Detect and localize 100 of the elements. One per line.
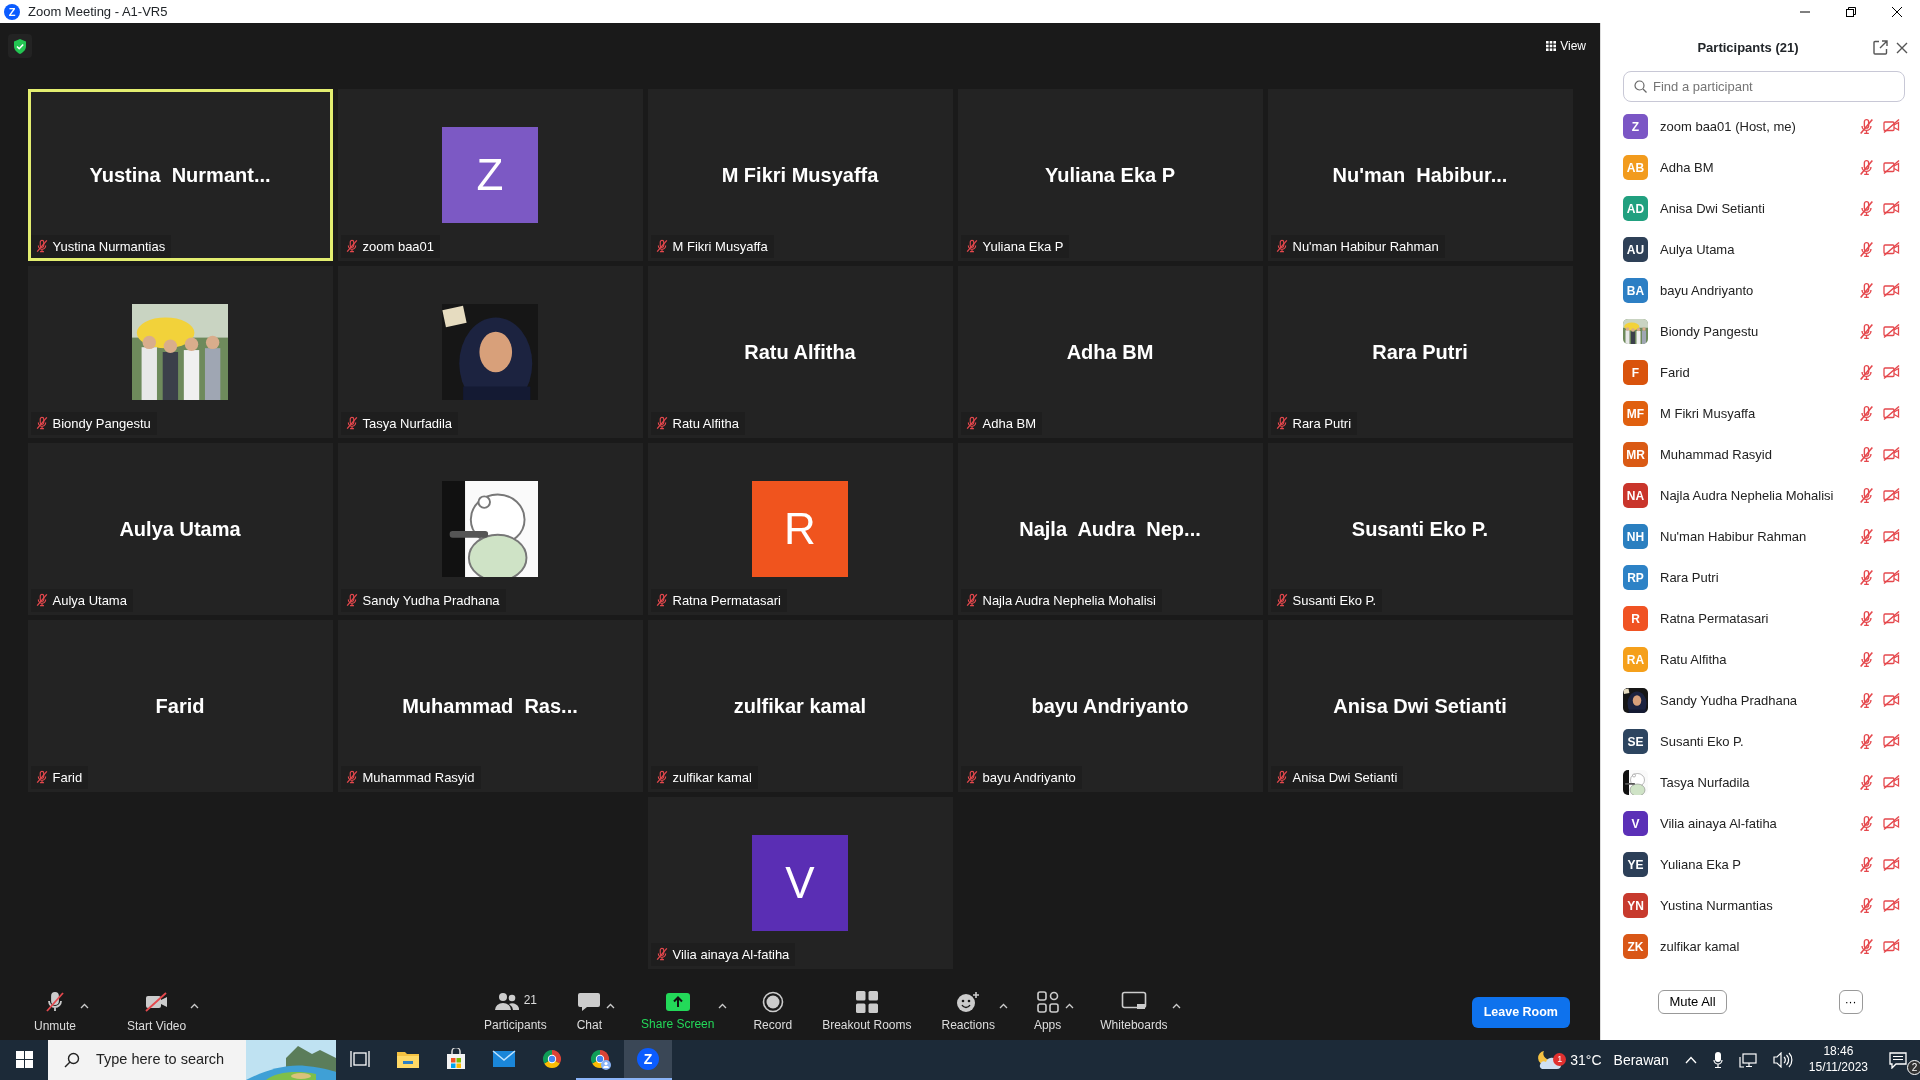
participant-name: Anisa Dwi Setianti bbox=[1333, 694, 1507, 719]
participant-row[interactable]: RA Ratu Alfitha bbox=[1601, 639, 1920, 680]
participant-name: Najla Audra Nephelia Mohalisi bbox=[1659, 486, 1835, 505]
video-tile[interactable]: Tasya Nurfadila bbox=[337, 266, 643, 438]
participant-label: bayu Andriyanto bbox=[982, 768, 1076, 787]
participant-row[interactable]: NH Nu'man Habibur Rahman bbox=[1601, 516, 1920, 557]
participant-name: Rara Putri bbox=[1372, 340, 1468, 365]
speaker-icon bbox=[1772, 1052, 1793, 1068]
participant-row[interactable]: V Vilia ainaya Al-fatiha bbox=[1601, 803, 1920, 844]
video-tile[interactable]: Yustina Nurmant... Yustina Nurmantias bbox=[27, 89, 333, 261]
participant-name: Vilia ainaya Al-fatiha bbox=[1659, 814, 1778, 833]
participant-row[interactable]: Biondy Pangestu bbox=[1601, 311, 1920, 352]
share-button[interactable]: Share Screen bbox=[637, 992, 719, 1033]
participant-name: Yuliana Eka P bbox=[1044, 163, 1176, 188]
view-button[interactable]: View bbox=[1540, 35, 1592, 57]
mute-all-button[interactable]: Mute All bbox=[1658, 990, 1727, 1014]
participant-name: zoom baa01 (Host, me) bbox=[1659, 117, 1797, 136]
participant-row[interactable]: AD Anisa Dwi Setianti bbox=[1601, 188, 1920, 229]
taskbar-search-field[interactable]: Type here to search bbox=[96, 1049, 246, 1071]
avatar: AU bbox=[1623, 237, 1648, 262]
video-tile[interactable]: M Fikri Musyaffa M Fikri Musyaffa bbox=[647, 89, 953, 261]
more-button[interactable]: ··· bbox=[1838, 990, 1863, 1014]
video-tile[interactable]: Z zoom baa01 bbox=[337, 89, 643, 261]
share-screen-icon bbox=[664, 992, 691, 1012]
leave-room-button[interactable]: Leave Room bbox=[1471, 997, 1570, 1028]
notifications-button[interactable] bbox=[1889, 1051, 1907, 1069]
participant-name: zulfikar kamal bbox=[733, 694, 867, 719]
participant-label: Rara Putri bbox=[1292, 414, 1352, 433]
participant-row[interactable]: YE Yuliana Eka P bbox=[1601, 844, 1920, 885]
video-tile[interactable]: zulfikar kamal zulfikar kamal bbox=[647, 620, 953, 792]
notification-badge: 1 bbox=[1553, 1053, 1567, 1066]
breakout-button[interactable]: Breakout Rooms bbox=[818, 991, 916, 1034]
folder-icon bbox=[396, 1049, 420, 1069]
participant-label: Biondy Pangestu bbox=[52, 414, 151, 433]
participant-row[interactable]: AU Aulya Utama bbox=[1601, 229, 1920, 270]
participant-name: Susanti Eko P. bbox=[1659, 732, 1745, 751]
video-tile[interactable]: V Vilia ainaya Al-fatiha bbox=[647, 797, 953, 969]
participant-name: Ratna Permatasari bbox=[1659, 609, 1770, 628]
participant-name: bayu Andriyanto bbox=[1031, 694, 1189, 719]
video-tile[interactable]: Yuliana Eka P Yuliana Eka P bbox=[957, 89, 1263, 261]
reactions-button[interactable]: Reactions bbox=[937, 991, 999, 1034]
taskbar-search-box[interactable]: Type here to search bbox=[48, 1040, 336, 1080]
participant-row[interactable]: R Ratna Permatasari bbox=[1601, 598, 1920, 639]
avatar: RA bbox=[1623, 647, 1648, 672]
participant-row[interactable]: NA Najla Audra Nephelia Mohalisi bbox=[1601, 475, 1920, 516]
video-tile[interactable]: Muhammad Ras... Muhammad Rasyid bbox=[337, 620, 643, 792]
participant-row[interactable]: Z zoom baa01 (Host, me) bbox=[1601, 106, 1920, 147]
video-button[interactable]: Start Video bbox=[123, 990, 191, 1035]
task-view-icon bbox=[350, 1050, 370, 1068]
participant-name: Najla Audra Nep... bbox=[1019, 517, 1201, 542]
show-hidden-icons-button[interactable] bbox=[1684, 1056, 1697, 1064]
video-tile[interactable]: Anisa Dwi Setianti Anisa Dwi Setianti bbox=[1267, 620, 1573, 792]
video-tile[interactable]: Nu'man Habibur... Nu'man Habibur Rahman bbox=[1267, 89, 1573, 261]
participant-row[interactable]: Tasya Nurfadila bbox=[1601, 762, 1920, 803]
video-tile[interactable]: Rara Putri Rara Putri bbox=[1267, 266, 1573, 438]
taskbar-app-button[interactable]: Z bbox=[624, 1040, 672, 1080]
video-tile[interactable]: Susanti Eko P. Susanti Eko P. bbox=[1267, 443, 1573, 615]
participant-row[interactable]: AB Adha BM bbox=[1601, 147, 1920, 188]
close-icon bbox=[1892, 6, 1902, 17]
participants-button[interactable]: 21 Participants bbox=[480, 991, 551, 1034]
participant-label: Yustina Nurmantias bbox=[52, 237, 166, 256]
participant-row[interactable]: MF M Fikri Musyaffa bbox=[1601, 393, 1920, 434]
video-tile[interactable]: Adha BM Adha BM bbox=[957, 266, 1263, 438]
video-tile[interactable]: Farid Farid bbox=[27, 620, 333, 792]
chat-button[interactable]: Chat bbox=[572, 991, 607, 1034]
security-badge[interactable] bbox=[8, 34, 32, 58]
caret-icon bbox=[1065, 1003, 1075, 1010]
participant-row[interactable]: SE Susanti Eko P. bbox=[1601, 721, 1920, 762]
mic-button[interactable]: Unmute bbox=[30, 990, 81, 1035]
participant-name: Yustina Nurmantias bbox=[1659, 896, 1774, 915]
participant-name: Muhammad Rasyid bbox=[1659, 445, 1773, 464]
participant-row[interactable]: MR Muhammad Rasyid bbox=[1601, 434, 1920, 475]
video-tile[interactable]: Aulya Utama Aulya Utama bbox=[27, 443, 333, 615]
caret-icon bbox=[1171, 1003, 1181, 1010]
record-button[interactable]: Record bbox=[749, 991, 797, 1034]
participant-name: M Fikri Musyaffa bbox=[1659, 404, 1757, 423]
video-tile[interactable]: Sandy Yudha Pradhana bbox=[337, 443, 643, 615]
record-icon bbox=[761, 991, 784, 1013]
avatar: F bbox=[1623, 360, 1648, 385]
participant-name: Ratu Alfitha bbox=[744, 340, 856, 365]
participant-row[interactable]: ZK zulfikar kamal bbox=[1601, 926, 1920, 967]
participant-name: Adha BM bbox=[1659, 158, 1715, 177]
participant-row[interactable]: YN Yustina Nurmantias bbox=[1601, 885, 1920, 926]
participant-row[interactable]: F Farid bbox=[1601, 352, 1920, 393]
video-tile[interactable]: Ratu Alfitha Ratu Alfitha bbox=[647, 266, 953, 438]
participant-row[interactable]: BA bayu Andriyanto bbox=[1601, 270, 1920, 311]
apps-icon bbox=[1036, 991, 1059, 1013]
search-box[interactable]: Find a participant bbox=[1623, 71, 1905, 102]
participant-row[interactable]: Sandy Yudha Pradhana bbox=[1601, 680, 1920, 721]
temperature: 31°C bbox=[1570, 1050, 1602, 1070]
video-tile[interactable]: Najla Audra Nep... Najla Audra Nephelia Mohalisi bbox=[957, 443, 1263, 615]
participant-row[interactable]: RP Rara Putri bbox=[1601, 557, 1920, 598]
video-tile[interactable]: R Ratna Permatasari bbox=[647, 443, 953, 615]
video-tile[interactable]: Biondy Pangestu bbox=[27, 266, 333, 438]
whiteboard-button[interactable]: Whiteboards bbox=[1096, 991, 1172, 1034]
video-tile[interactable]: bayu Andriyanto bayu Andriyanto bbox=[957, 620, 1263, 792]
search-field[interactable]: Find a participant bbox=[1653, 76, 1893, 97]
apps-button[interactable]: Apps bbox=[1029, 991, 1066, 1034]
participant-label: Najla Audra Nephelia Mohalisi bbox=[982, 591, 1156, 610]
participant-name: Biondy Pangestu bbox=[1659, 322, 1760, 341]
